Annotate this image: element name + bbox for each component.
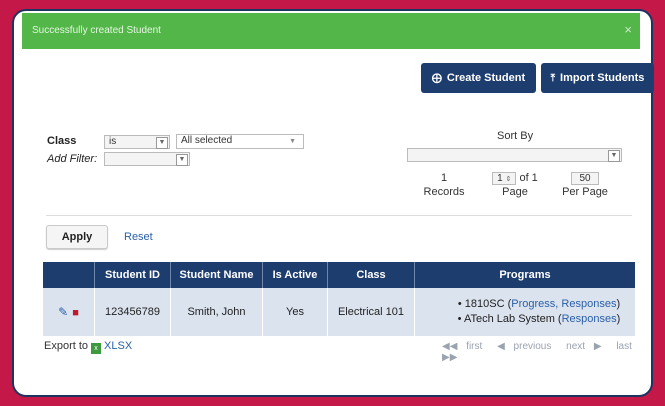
add-filter-select[interactable]: ▼ xyxy=(104,152,190,166)
import-students-button[interactable]: ⤒ Import Students xyxy=(541,63,654,93)
export-bar: Export to x XLSX xyxy=(44,340,132,354)
add-filter-label: Add Filter: xyxy=(47,153,98,165)
sort-by-select[interactable]: ▼ xyxy=(407,148,622,162)
last-icon: ▶▶ xyxy=(442,352,458,363)
excel-file-icon: x xyxy=(91,343,102,354)
records-label: Records xyxy=(423,186,465,198)
header-student-name[interactable]: Student Name xyxy=(170,262,263,288)
program-links[interactable]: Progress, Responses xyxy=(511,298,616,310)
per-page-input[interactable]: 50 xyxy=(571,172,599,185)
page-stepper[interactable]: 1 ⇕ xyxy=(492,172,517,185)
export-label: Export to xyxy=(44,340,89,352)
sort-by-label: Sort By xyxy=(497,130,534,142)
cell-is-active: Yes xyxy=(262,288,328,336)
plus-circle-icon: ⨁ xyxy=(431,72,442,84)
success-alert: Successfully created Student × xyxy=(22,13,640,49)
page-group: 1 ⇕ of 1 Page xyxy=(484,171,546,198)
first-icon: ◀◀ xyxy=(442,341,458,352)
chevron-down-icon: ▼ xyxy=(176,154,188,166)
chevron-down-icon: ▼ xyxy=(156,137,168,149)
trash-icon[interactable]: ■ xyxy=(72,307,79,319)
program-item: • 1810SC (Progress, Responses) xyxy=(457,298,621,310)
upload-icon: ⤒ xyxy=(550,72,556,84)
export-xlsx-link[interactable]: XLSX xyxy=(104,340,132,352)
operator-select[interactable]: is ▼ xyxy=(104,135,170,149)
table-header-row: Student ID Student Name Is Active Class … xyxy=(43,262,635,288)
header-programs[interactable]: Programs xyxy=(414,262,635,288)
records-group: 1 Records xyxy=(420,171,468,198)
close-icon[interactable]: × xyxy=(624,22,632,37)
previous-page-link[interactable]: ◀ previous xyxy=(497,341,557,352)
table-row: ✎ ■ 123456789 Smith, John Yes Electrical … xyxy=(43,288,635,336)
header-student-id[interactable]: Student ID xyxy=(94,262,171,288)
header-class[interactable]: Class xyxy=(327,262,415,288)
cell-class: Electrical 101 xyxy=(327,288,415,336)
pencil-icon[interactable]: ✎ xyxy=(58,305,68,319)
create-student-button[interactable]: ⨁ Create Student xyxy=(421,63,536,93)
per-page-label: Per Page xyxy=(562,186,608,198)
page-of-label: of 1 xyxy=(519,172,538,184)
cell-programs: • 1810SC (Progress, Responses) • ATech L… xyxy=(414,288,635,336)
first-page-link[interactable]: ◀◀ first xyxy=(442,341,488,352)
chevron-down-icon: ▼ xyxy=(608,150,620,162)
page-label: Page xyxy=(502,186,528,198)
header-actions xyxy=(43,262,95,288)
next-icon: ▶ xyxy=(593,341,602,352)
alert-message: Successfully created Student xyxy=(32,25,161,36)
apply-button[interactable]: Apply xyxy=(46,225,108,249)
cell-student-name: Smith, John xyxy=(170,288,263,336)
class-filter-label: Class xyxy=(47,135,77,147)
records-count: 1 xyxy=(440,172,448,184)
header-is-active[interactable]: Is Active xyxy=(262,262,328,288)
caret-down-icon: ▼ xyxy=(289,138,296,145)
pagination: ◀◀ first ◀ previous next ▶ last ▶▶ xyxy=(442,341,665,363)
reset-link[interactable]: Reset xyxy=(124,231,153,243)
next-page-link[interactable]: next ▶ xyxy=(566,341,607,352)
program-item: • ATech Lab System (Responses) xyxy=(457,313,621,325)
cell-student-id: 123456789 xyxy=(94,288,171,336)
stepper-arrows-icon: ⇕ xyxy=(505,176,512,183)
students-table: Student ID Student Name Is Active Class … xyxy=(43,262,635,336)
row-actions: ✎ ■ xyxy=(43,288,95,336)
per-page-group: 50 Per Page xyxy=(561,171,609,198)
divider xyxy=(46,215,632,216)
program-links[interactable]: Responses xyxy=(562,313,617,325)
class-multiselect[interactable]: All selected ▼ xyxy=(176,134,304,149)
previous-icon: ◀ xyxy=(497,341,505,352)
